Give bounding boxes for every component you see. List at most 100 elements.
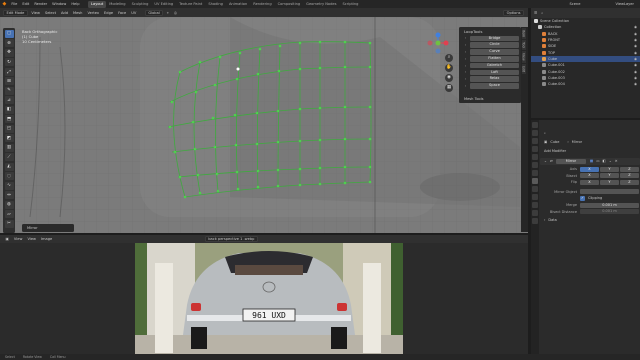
flatten-button[interactable]: Flatten bbox=[470, 56, 519, 62]
knife-icon[interactable]: ⟋ bbox=[4, 153, 14, 161]
shrink-fatten-icon[interactable]: ◍ bbox=[4, 200, 14, 209]
menu-help[interactable]: Help bbox=[69, 2, 82, 6]
axis-toggle-z[interactable]: Z bbox=[620, 179, 639, 185]
constraints-tab-icon[interactable] bbox=[532, 202, 538, 208]
menu-uv[interactable]: UV bbox=[129, 11, 139, 15]
expand-icon[interactable]: › bbox=[461, 36, 470, 40]
loft-button[interactable]: Loft bbox=[470, 69, 519, 76]
particles-tab-icon[interactable] bbox=[532, 186, 538, 192]
expand-icon[interactable]: › bbox=[461, 43, 470, 47]
merge-field[interactable]: 0.001 m bbox=[580, 202, 639, 208]
tab-animation[interactable]: Animation bbox=[226, 1, 250, 8]
last-operator-panel[interactable]: Mirror bbox=[22, 224, 74, 232]
dropdown-icon[interactable]: ⌄ bbox=[609, 158, 612, 165]
cursor-icon[interactable]: ⊕ bbox=[4, 39, 14, 47]
output-tab-icon[interactable] bbox=[532, 138, 538, 144]
axis-toggle-y[interactable]: Y bbox=[600, 166, 619, 172]
expand-icon[interactable]: › bbox=[461, 64, 470, 68]
bridge-button[interactable]: Bridge bbox=[470, 35, 519, 42]
menu-view[interactable]: View bbox=[29, 11, 43, 15]
menu-view-mode[interactable]: View bbox=[11, 237, 25, 241]
modifier-tab-icon[interactable] bbox=[532, 178, 538, 184]
modifier-name-field[interactable]: Mirror bbox=[555, 158, 586, 164]
add-cube-icon[interactable]: ◧ bbox=[4, 105, 14, 114]
bisect-distance-field[interactable]: 0.001 m bbox=[580, 209, 639, 215]
menu-image-view[interactable]: View bbox=[25, 237, 39, 241]
rip-icon[interactable]: ✂ bbox=[4, 219, 14, 228]
menu-vertex[interactable]: Vertex bbox=[85, 11, 102, 15]
gstretch-button[interactable]: Gstretch bbox=[470, 62, 519, 69]
world-tab-icon[interactable] bbox=[532, 162, 538, 168]
expand-icon[interactable]: › bbox=[461, 77, 470, 81]
relax-button[interactable]: Relax bbox=[470, 76, 519, 82]
visibility-eye-icon[interactable]: ◉ bbox=[634, 82, 637, 86]
scale-icon[interactable]: ⤢ bbox=[4, 67, 14, 76]
outliner-filter-icon[interactable]: ⌕ bbox=[541, 11, 543, 15]
camera-view-icon[interactable]: ◉ bbox=[445, 74, 453, 82]
collapse-icon[interactable]: ⌄ bbox=[544, 158, 547, 165]
tab-tool[interactable]: Tool bbox=[521, 40, 526, 51]
menu-image[interactable]: Image bbox=[38, 237, 54, 241]
transform-orientation[interactable]: Global bbox=[144, 9, 164, 16]
visibility-eye-icon[interactable]: ◉ bbox=[634, 76, 637, 80]
axis-toggle-z[interactable]: Z bbox=[620, 173, 639, 179]
axis-toggle-x[interactable]: X bbox=[580, 166, 599, 172]
scene-selector[interactable]: Scene bbox=[567, 2, 583, 6]
transform-icon[interactable]: ⊞ bbox=[4, 77, 14, 85]
tab-shading[interactable]: Shading bbox=[205, 1, 226, 8]
menu-edit[interactable]: Edit bbox=[20, 2, 32, 6]
extrude-icon[interactable]: ⬒ bbox=[4, 115, 14, 123]
search-icon[interactable]: ⌕ bbox=[544, 131, 546, 135]
mode-selector[interactable]: Edit Mode bbox=[3, 9, 28, 16]
measure-icon[interactable]: ⊿ bbox=[4, 96, 14, 104]
material-tab-icon[interactable] bbox=[532, 218, 538, 224]
data-section-header[interactable]: Data bbox=[548, 218, 556, 222]
visibility-eye-icon[interactable]: ◉ bbox=[634, 32, 637, 36]
tab-rendering[interactable]: Rendering bbox=[250, 1, 274, 8]
bevel-icon[interactable]: ◩ bbox=[4, 134, 14, 142]
editor-type-icon[interactable]: ▣ bbox=[3, 237, 11, 241]
edit-mode-toggle-icon[interactable]: ▦ bbox=[590, 158, 593, 165]
expand-icon[interactable]: › bbox=[544, 218, 545, 222]
menu-edge[interactable]: Edge bbox=[102, 11, 116, 15]
move-icon[interactable]: ✥ bbox=[4, 48, 14, 57]
shear-icon[interactable]: ▱ bbox=[4, 210, 14, 218]
tab-geometry-nodes[interactable]: Geometry Nodes bbox=[303, 1, 339, 8]
rotate-icon[interactable]: ↻ bbox=[4, 58, 14, 66]
close-icon[interactable]: ✕ bbox=[615, 158, 618, 165]
menu-select[interactable]: Select bbox=[42, 11, 58, 15]
expand-icon[interactable]: › bbox=[461, 70, 470, 74]
visibility-eye-icon[interactable]: ◉ bbox=[634, 38, 637, 42]
physics-tab-icon[interactable] bbox=[532, 194, 538, 200]
menu-file[interactable]: File bbox=[9, 2, 20, 6]
inset-icon[interactable]: ◰ bbox=[4, 124, 14, 133]
expand-icon[interactable]: › bbox=[461, 57, 470, 61]
axis-toggle-z[interactable]: Z bbox=[620, 166, 639, 172]
image-name-field[interactable]: back perspective 1 .webp bbox=[204, 236, 258, 242]
axis-toggle-y[interactable]: Y bbox=[600, 173, 619, 179]
blender-logo-icon[interactable]: ◆ bbox=[0, 1, 9, 7]
annotate-icon[interactable]: ✎ bbox=[4, 86, 14, 95]
tab-view[interactable]: View bbox=[521, 51, 526, 64]
spin-icon[interactable]: ◌ bbox=[4, 172, 14, 180]
zoom-icon[interactable]: ⌕ bbox=[445, 54, 453, 62]
visibility-eye-icon[interactable]: ◉ bbox=[634, 44, 637, 48]
clipping-checkbox[interactable]: ✓ bbox=[580, 195, 585, 201]
expand-icon[interactable]: › bbox=[461, 84, 470, 88]
render-tab-icon[interactable] bbox=[532, 130, 538, 136]
tab-modeling[interactable]: Modeling bbox=[106, 1, 128, 8]
object-tab-icon[interactable] bbox=[532, 170, 538, 176]
hand-pan-icon[interactable]: ✋ bbox=[445, 64, 453, 72]
data-tab-icon[interactable] bbox=[532, 210, 538, 216]
axis-toggle-y[interactable]: Y bbox=[600, 179, 619, 185]
smooth-icon[interactable]: ∿ bbox=[4, 181, 14, 190]
outliner-editor-icon[interactable]: ☰ bbox=[534, 11, 537, 15]
view-layer-tab-icon[interactable] bbox=[532, 146, 538, 152]
add-modifier-button[interactable]: Add Modifier bbox=[544, 149, 566, 153]
expand-icon[interactable]: › bbox=[461, 50, 470, 54]
menu-render[interactable]: Render bbox=[32, 2, 50, 6]
options-button[interactable]: Options bbox=[503, 9, 524, 16]
outliner-row[interactable]: Cube.004 ◉ bbox=[531, 81, 640, 87]
visibility-eye-icon[interactable]: ◉ bbox=[634, 51, 637, 55]
tab-edit[interactable]: Edit bbox=[521, 64, 526, 75]
